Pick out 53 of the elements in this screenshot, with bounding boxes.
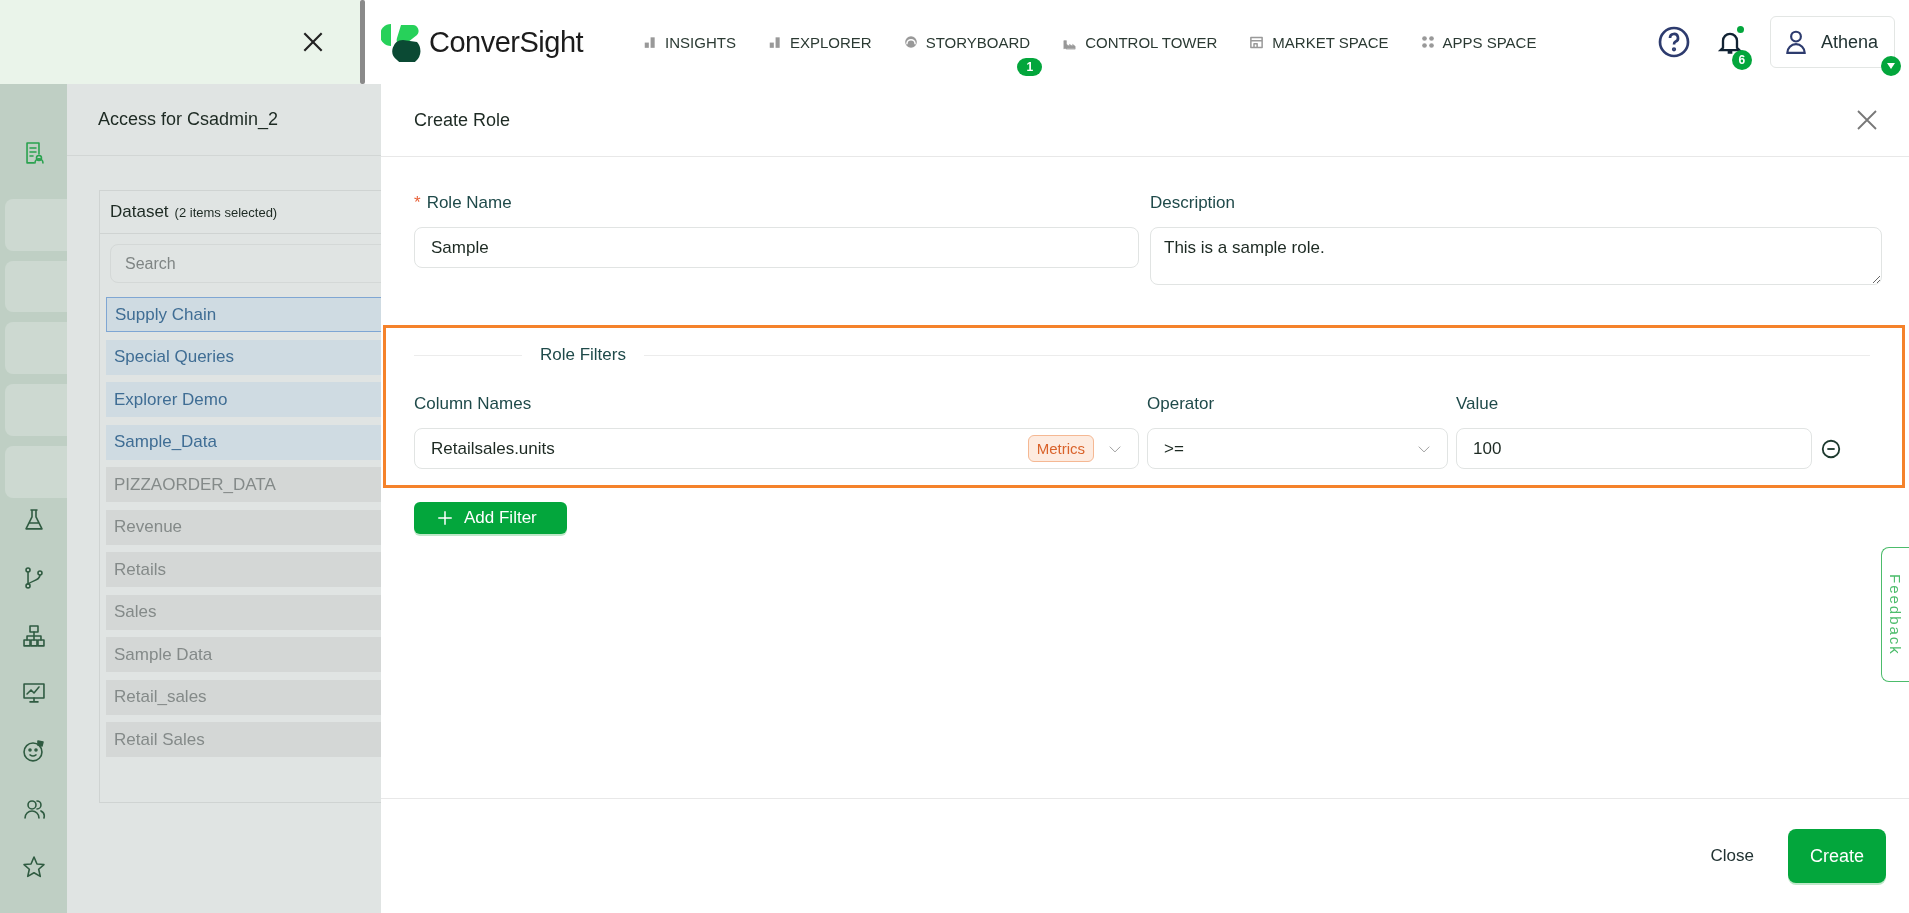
list-item[interactable]: PIZZAORDER_DATA [106,467,381,502]
list-item[interactable]: Retails [106,552,381,587]
list-item[interactable]: Revenue [106,509,381,545]
nav-item[interactable]: CONTROL TOWER [1062,29,1218,55]
list-item[interactable]: Explorer Demo [106,382,381,417]
user-menu-button[interactable]: Athena [1769,16,1895,68]
field-label: Role Name [426,193,512,213]
input-field[interactable]: 100 [1456,428,1812,469]
nav-item[interactable]: EXPLORER [767,29,872,55]
plus-icon [436,509,454,527]
nav-item[interactable]: APPS SPACE [1420,29,1537,55]
field-label: Value [1456,394,1500,414]
list-item[interactable]: Sample_Data [106,424,381,460]
field-label: Description [1150,193,1236,213]
list-item[interactable]: Retail_sales [106,679,381,715]
add-filter-button[interactable]: Add Filter [414,502,567,534]
required-mark: * [414,193,421,213]
dialog-title: Create Role [414,109,511,131]
remove-icon[interactable] [1820,437,1842,460]
help-icon[interactable] [1657,26,1690,58]
text-area[interactable]: This is a sample role. [1150,227,1882,285]
tag: Metrics [1027,435,1094,462]
bar-chart-icon [643,35,658,49]
storefront-icon [1249,34,1265,50]
status-dot [1736,26,1744,33]
close-button[interactable]: Close [1704,845,1760,867]
apps-icon [1420,35,1435,49]
input-field[interactable]: Sample [414,227,1139,268]
field-label: Column Names [414,394,533,414]
search-field[interactable]: Search [110,244,381,283]
count-badge: 6 [1731,50,1752,70]
field-label: Operator [1147,394,1216,414]
create-button[interactable]: Create [1787,829,1886,883]
list-item[interactable]: Sales [106,594,381,630]
section-title: Role Filters [539,345,627,365]
nav-item[interactable]: INSIGHTS [643,29,736,55]
nav-item[interactable]: STORYBOARD [903,29,1031,55]
list-item[interactable]: Sample Data [106,637,381,672]
dropdown[interactable]: Retailsales.units Metrics [414,428,1139,469]
gauge-icon [903,35,918,49]
logo-icon [381,22,421,62]
selection-count: (2 items selected) [174,204,278,220]
list-item[interactable]: Retail Sales [106,722,381,757]
dropdown[interactable]: >= [1147,428,1448,469]
logo-text: ConverSight [429,25,584,59]
nav-item[interactable]: MARKET SPACE [1249,29,1389,55]
caret-icon[interactable] [1881,56,1901,76]
count-badge: 1 [1017,57,1043,76]
bar-chart-icon [767,35,782,49]
list-item[interactable]: Special Queries [106,339,381,375]
list-item[interactable]: Supply Chain [106,297,381,332]
card-title: Dataset [110,202,169,222]
feedback-tab[interactable]: Feedback [1881,547,1909,682]
